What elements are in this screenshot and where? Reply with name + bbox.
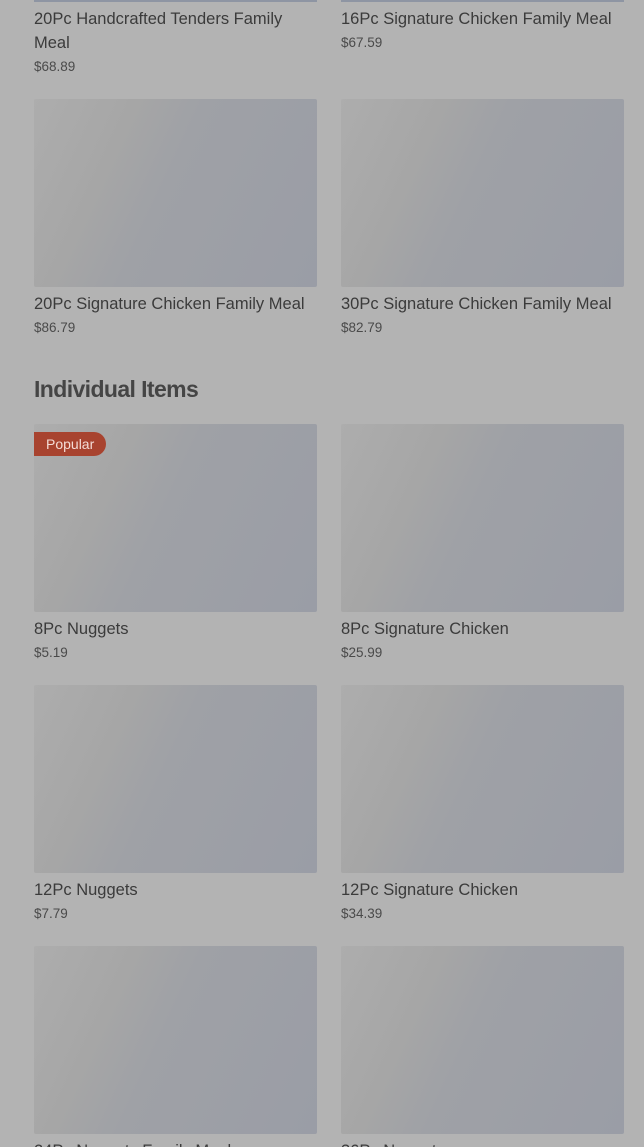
menu-item-card[interactable]: 24Pc Nuggets Family Meal — [34, 946, 317, 1147]
item-image — [341, 685, 624, 873]
item-name: 8Pc Signature Chicken — [341, 620, 509, 638]
menu-item-card[interactable]: 12Pc Signature Chicken $34.39 — [341, 685, 624, 924]
item-name: 12Pc Signature Chicken — [341, 881, 519, 899]
item-price: $7.79 — [34, 906, 68, 921]
item-price: $25.99 — [341, 645, 383, 660]
item-image: Popular — [34, 424, 317, 612]
item-name: 24Pc Nuggets Family Meal — [34, 1139, 317, 1147]
item-price: $5.19 — [34, 645, 68, 660]
menu-item-card[interactable]: 16Pc Signature Chicken Family Meal $67.5… — [341, 0, 624, 77]
item-name: 36Pc Nuggets — [341, 1139, 624, 1147]
item-name: 30Pc Signature Chicken Family Meal — [341, 295, 612, 313]
item-name: 12Pc Nuggets — [34, 881, 138, 899]
item-image — [34, 99, 317, 287]
item-image — [34, 0, 317, 2]
item-price: $67.59 — [341, 35, 383, 50]
individual-items-grid: Popular 8Pc Nuggets $5.19 8Pc Signature … — [34, 424, 624, 663]
item-image — [341, 946, 624, 1134]
individual-items-grid-row: 12Pc Nuggets $7.79 12Pc Signature Chicke… — [34, 685, 624, 924]
popular-badge: Popular — [34, 432, 107, 456]
item-price: $86.79 — [34, 320, 76, 335]
menu-item-card[interactable]: 30Pc Signature Chicken Family Meal $82.7… — [341, 99, 624, 338]
menu-page: 20Pc Handcrafted Tenders Family Meal $68… — [0, 0, 644, 1147]
menu-item-card[interactable]: 8Pc Signature Chicken $25.99 — [341, 424, 624, 663]
item-image — [341, 0, 624, 2]
individual-items-grid-row: 24Pc Nuggets Family Meal 36Pc Nuggets — [34, 946, 624, 1147]
section-title: Individual Items — [34, 376, 199, 402]
item-image — [34, 685, 317, 873]
menu-item-card[interactable]: 20Pc Handcrafted Tenders Family Meal $68… — [34, 0, 317, 77]
menu-item-card[interactable]: 20Pc Signature Chicken Family Meal $86.7… — [34, 99, 317, 338]
item-image — [341, 424, 624, 612]
item-image — [34, 946, 317, 1134]
item-name: 20Pc Handcrafted Tenders Family Meal — [34, 10, 283, 52]
item-price: $82.79 — [341, 320, 383, 335]
menu-item-card[interactable]: Popular 8Pc Nuggets $5.19 — [34, 424, 317, 663]
family-meals-grid-row: 20Pc Signature Chicken Family Meal $86.7… — [34, 99, 624, 338]
item-name: 16Pc Signature Chicken Family Meal — [341, 10, 612, 28]
item-name: 20Pc Signature Chicken Family Meal — [34, 295, 305, 313]
item-image — [341, 99, 624, 287]
menu-item-card[interactable]: 36Pc Nuggets — [341, 946, 624, 1147]
menu-item-card[interactable]: 12Pc Nuggets $7.79 — [34, 685, 317, 924]
family-meals-grid: 20Pc Handcrafted Tenders Family Meal $68… — [34, 0, 624, 77]
item-name: 8Pc Nuggets — [34, 620, 129, 638]
item-price: $68.89 — [34, 59, 76, 74]
item-price: $34.39 — [341, 906, 383, 921]
